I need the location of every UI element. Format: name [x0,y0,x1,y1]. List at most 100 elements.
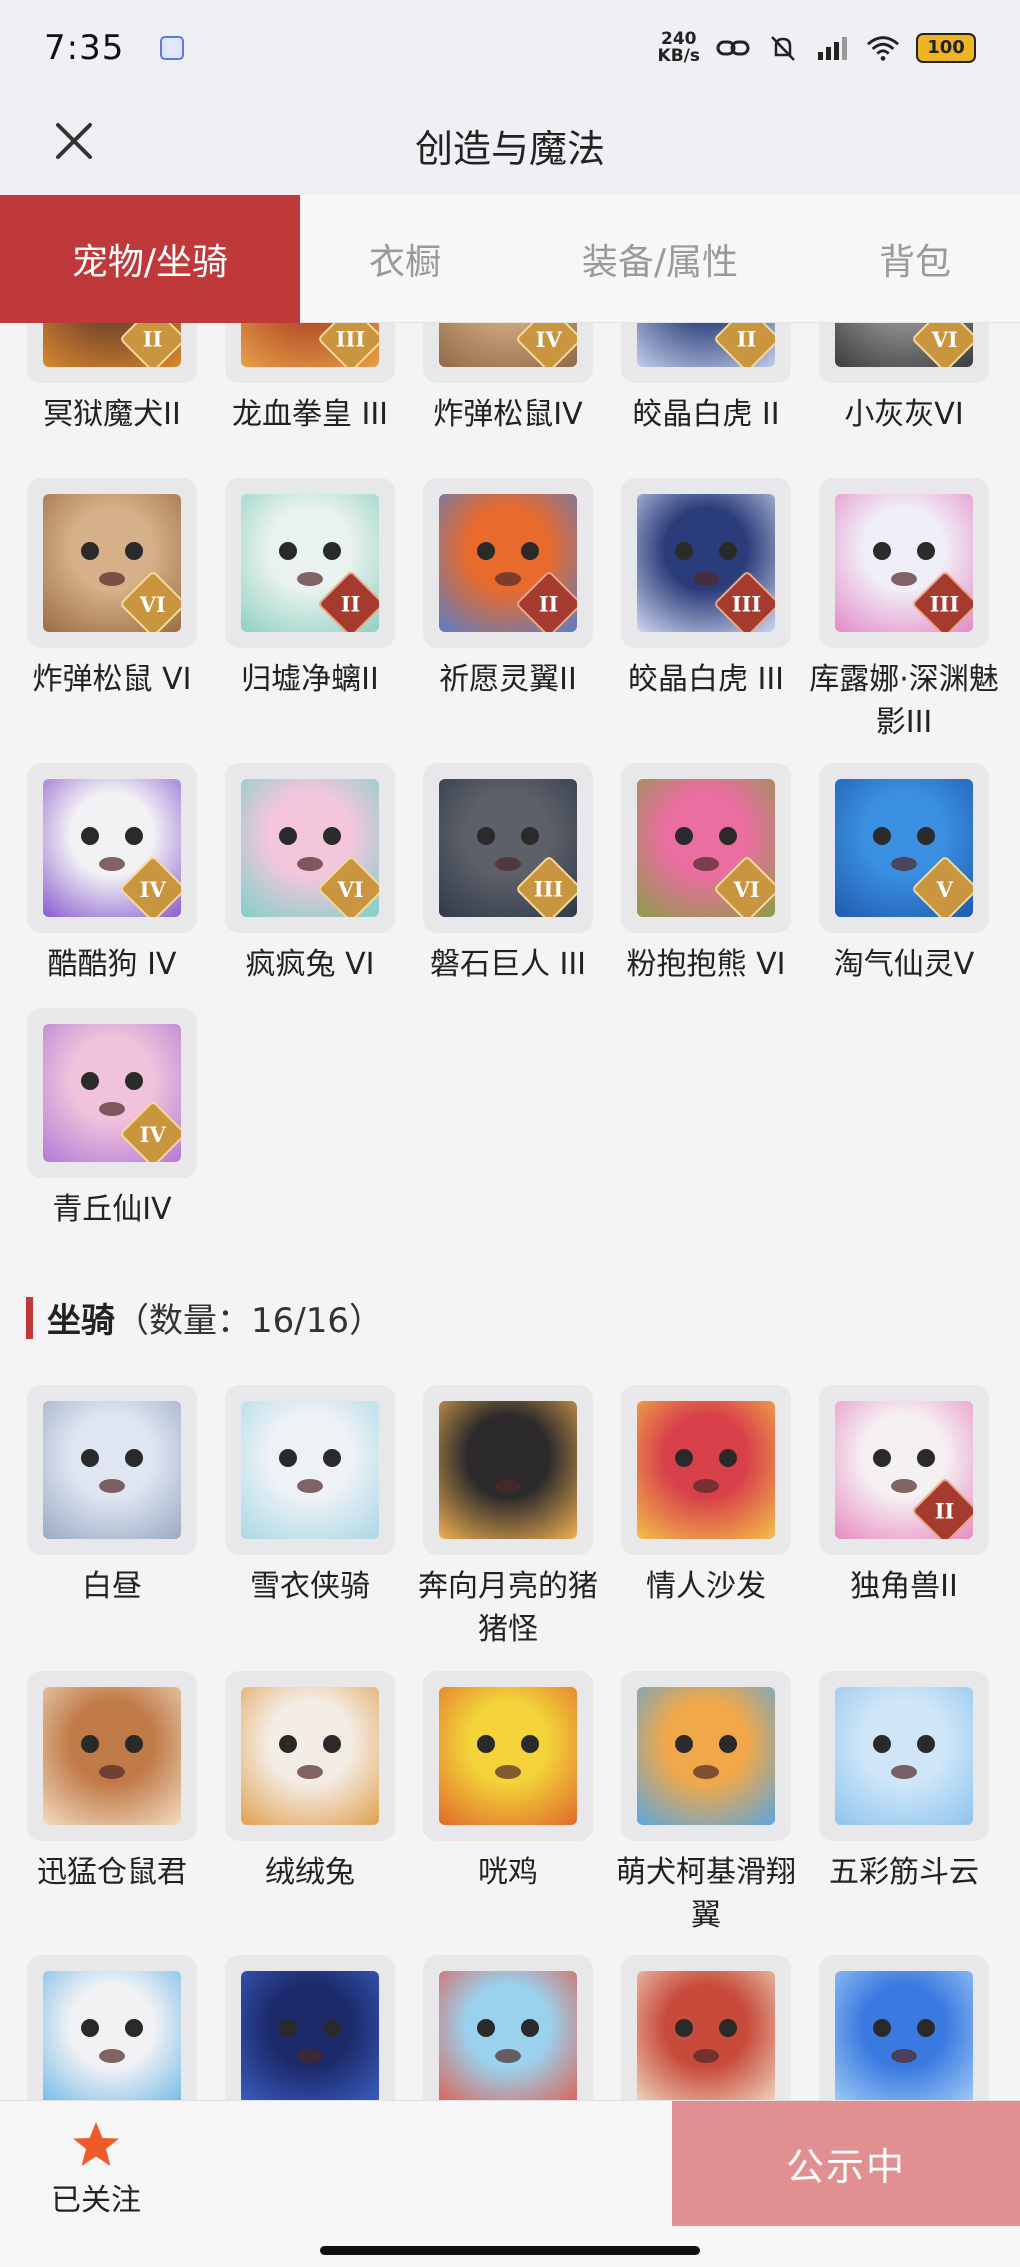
portrait-eye [125,542,143,560]
unicorn-icon: II [835,1401,973,1539]
portrait-nose [693,1479,719,1493]
star-icon [73,2122,119,2166]
tier-badge-label: III [930,591,960,617]
portrait-nose [297,1479,323,1493]
portrait-eye [873,827,891,845]
portrait-nose [891,1479,917,1493]
tier-badge-label: III [534,876,564,902]
mount-item[interactable]: 迅猛仓鼠君 [17,1671,207,1894]
item-thumbnail-frame [621,1671,791,1841]
portrait-nose [297,572,323,586]
pet-item[interactable]: III 皎晶白虎 III [611,478,801,701]
publicity-button[interactable]: 公示中 [672,2101,1020,2226]
fish-icon [439,1971,577,2100]
crazy-rabbit-icon: VI [241,779,379,917]
item-name: 皎晶白虎 III [627,662,785,697]
tier-badge-label: III [732,591,762,617]
mount-item[interactable]: 情人沙发 [611,1385,801,1608]
portrait-nose [99,2049,125,2063]
pet-item[interactable]: VI 小灰灰VI [809,323,999,436]
mount-item[interactable] [413,1955,603,2100]
portrait-nose [693,572,719,586]
tab-equipment-attributes[interactable]: 装备/属性 [510,195,810,323]
tier-badge-label: II [935,1498,955,1524]
wifi-icon [866,33,900,63]
portrait-eye [675,1449,693,1467]
pet-item[interactable]: IV 炸弹松鼠IV [413,323,603,436]
item-name: 绒绒兔 [265,1855,355,1890]
item-thumbnail-frame [621,1385,791,1555]
portrait-eye [917,542,935,560]
portrait-eye [873,2019,891,2037]
bottom-bar: 已关注 公示中 [0,2100,1020,2267]
pet-item[interactable]: II 冥狱魔犬II [17,323,207,436]
mount-item[interactable]: 绒绒兔 [215,1671,405,1894]
pet-item[interactable]: VI 粉抱抱熊 VI [611,763,801,986]
item-thumbnail-frame: IV [423,323,593,383]
tab-wardrobe[interactable]: 衣橱 [300,195,510,323]
mount-item[interactable] [215,1955,405,2100]
portrait-eye [323,2019,341,2037]
item-thumbnail-frame [423,1385,593,1555]
close-button[interactable] [44,111,104,171]
pet-item[interactable]: III 磐石巨人 III [413,763,603,986]
mount-item[interactable]: 五彩筋斗云 [809,1671,999,1894]
pet-item[interactable]: V 淘气仙灵V [809,763,999,986]
mount-item[interactable]: 雪衣侠骑 [215,1385,405,1608]
pet-item[interactable]: IV 青丘仙IV [17,1008,207,1231]
item-thumbnail-frame: V [819,763,989,933]
tier-badge-icon: VI [317,855,379,917]
item-name: 咣鸡 [478,1855,538,1890]
item-name: 粉抱抱熊 VI [626,947,786,982]
portrait-eye [477,1449,495,1467]
portrait-eye [719,1735,737,1753]
pet-item[interactable]: II 归墟净螭II [215,478,405,701]
tier-badge-icon: IV [515,323,577,367]
pet-item[interactable]: III 龙血拳皇 III [215,323,405,436]
mount-item[interactable]: 萌犬柯基滑翔翼 [611,1671,801,1937]
portrait-eye [279,1735,297,1753]
tab-pets-mounts[interactable]: 宠物/坐骑 [0,195,300,323]
portrait-eye [521,1735,539,1753]
item-thumbnail-frame: II [225,478,395,648]
tier-badge-icon: IV [119,855,181,917]
portrait-nose [495,2049,521,2063]
pet-item[interactable]: IV 酷酷狗 IV [17,763,207,986]
item-thumbnail-frame: III [423,763,593,933]
portrait-eye [675,2019,693,2037]
mount-item[interactable] [809,1955,999,2100]
portrait-nose [693,2049,719,2063]
tab-backpack[interactable]: 背包 [810,195,1020,323]
item-thumbnail-frame: II [621,323,791,383]
mount-item[interactable]: 奔向月亮的猪猪怪 [413,1385,603,1651]
mount-item[interactable]: II 独角兽II [809,1385,999,1608]
portrait-eye [81,2019,99,2037]
mount-item[interactable]: 白昼 [17,1385,207,1608]
portrait-eye [125,2019,143,2037]
portrait-nose [99,572,125,586]
pet-item[interactable]: VI 炸弹松鼠 VI [17,478,207,701]
pet-item[interactable]: II 祈愿灵翼II [413,478,603,701]
item-thumbnail-frame: II [27,323,197,383]
pet-item[interactable]: III 库露娜·深渊魅影III [809,478,999,744]
water-dragon-icon: II [241,494,379,632]
portrait-eye [675,542,693,560]
pet-item[interactable]: II 皎晶白虎 II [611,323,801,436]
item-thumbnail-frame: IV [27,763,197,933]
inventory-list[interactable]: 坐骑 （数量：16/16） II 冥狱魔犬II III 龙血拳皇 III IV 炸弹松鼠I… [0,323,1020,2100]
item-thumbnail-frame [225,1385,395,1555]
mount-item[interactable] [17,1955,207,2100]
status-bar: 7:35 240 KB/s 100 [0,0,1020,95]
jellyfish-icon [835,1971,973,2100]
portrait-eye [477,1735,495,1753]
pet-item[interactable]: VI 疯疯兔 VI [215,763,405,986]
tier-badge-icon: IV [119,1100,181,1162]
mount-item[interactable]: 咣鸡 [413,1671,603,1894]
portrait-eye [719,2019,737,2037]
notification-icon [160,35,185,60]
follow-button[interactable]: 已关注 [46,2119,146,2219]
mount-item[interactable] [611,1955,801,2100]
white-tiger-icon: II [637,323,775,367]
portrait-nose [693,1765,719,1779]
item-name: 五彩筋斗云 [829,1855,979,1890]
